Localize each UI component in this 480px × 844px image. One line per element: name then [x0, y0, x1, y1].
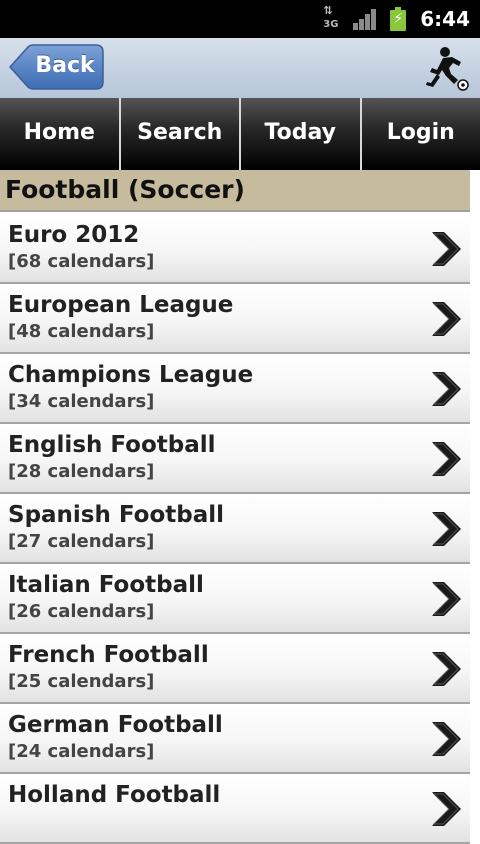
tab-login[interactable]: Login [362, 98, 480, 170]
chevron-right-icon [428, 299, 464, 339]
section-title: Football (Soccer) [0, 170, 470, 212]
soccer-player-icon [424, 46, 470, 92]
list-item-subtitle: [34 calendars] [8, 391, 154, 412]
list-item[interactable]: Spanish Football [27 calendars] [0, 494, 470, 564]
list-item-title: French Football [8, 642, 209, 668]
network-arrows: ⇅ [323, 6, 331, 16]
tab-today[interactable]: Today [241, 98, 362, 170]
list-item-subtitle: [25 calendars] [8, 671, 154, 692]
list-item[interactable]: Champions League [34 calendars] [0, 354, 470, 424]
list-item-title: Spanish Football [8, 502, 224, 528]
category-list: Euro 2012 [68 calendars] European League… [0, 214, 470, 844]
list-item-subtitle: [28 calendars] [8, 461, 154, 482]
list-item-title: Italian Football [8, 572, 204, 598]
chevron-right-icon [428, 439, 464, 479]
list-item[interactable]: Italian Football [26 calendars] [0, 564, 470, 634]
list-item[interactable]: English Football [28 calendars] [0, 424, 470, 494]
list-item-title: Champions League [8, 362, 253, 388]
list-item-title: German Football [8, 712, 223, 738]
title-bar: Back [0, 38, 480, 99]
status-bar: ⇅ 3G ⚡ 6:44 [0, 0, 480, 38]
list-item[interactable]: German Football [24 calendars] [0, 704, 470, 774]
tab-home[interactable]: Home [0, 98, 121, 170]
list-item-title: Holland Football [8, 782, 220, 808]
back-button[interactable]: Back [8, 44, 103, 88]
network-label: 3G [323, 20, 338, 30]
list-item-title: Euro 2012 [8, 222, 139, 248]
chevron-right-icon [428, 719, 464, 759]
chevron-right-icon [428, 229, 464, 269]
list-item[interactable]: Euro 2012 [68 calendars] [0, 214, 470, 284]
list-item-subtitle: [24 calendars] [8, 741, 154, 762]
chevron-right-icon [428, 579, 464, 619]
list-item[interactable]: European League [48 calendars] [0, 284, 470, 354]
chevron-right-icon [428, 369, 464, 409]
chevron-right-icon [428, 789, 464, 829]
list-item-subtitle: [26 calendars] [8, 601, 154, 622]
list-item-subtitle: [27 calendars] [8, 531, 154, 552]
battery-charging-icon: ⚡ [390, 7, 406, 31]
list-item-subtitle: [68 calendars] [8, 251, 154, 272]
clock: 6:44 [420, 7, 470, 31]
signal-bars-icon [353, 8, 376, 30]
nav-bar: Home Search Today Login [0, 98, 480, 170]
list-item-title: European League [8, 292, 233, 318]
chevron-right-icon [428, 649, 464, 689]
list-item-subtitle: [48 calendars] [8, 321, 154, 342]
status-icons: ⇅ 3G ⚡ 6:44 [323, 0, 470, 38]
chevron-right-icon [428, 509, 464, 549]
list-item[interactable]: French Football [25 calendars] [0, 634, 470, 704]
tab-search[interactable]: Search [121, 98, 242, 170]
back-button-label: Back [8, 44, 112, 88]
list-item[interactable]: Holland Football [0, 774, 470, 844]
list-item-title: English Football [8, 432, 216, 458]
network-3g-icon: ⇅ 3G [323, 6, 341, 32]
